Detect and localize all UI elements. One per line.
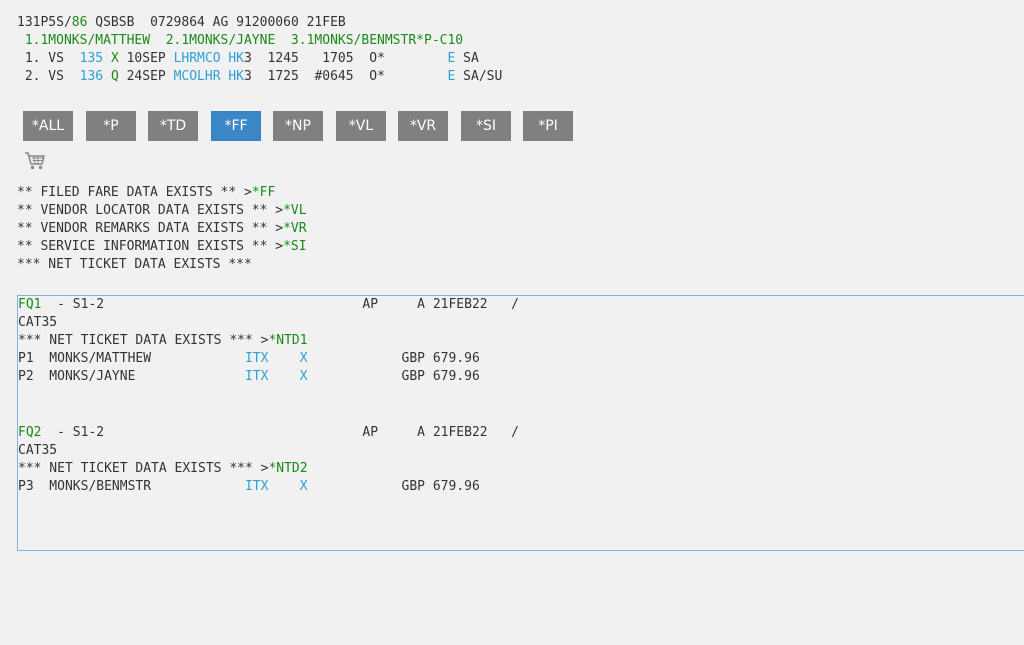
passenger-name: P3 MONKS/BENMSTR (18, 479, 245, 494)
passenger-flag: X (299, 479, 308, 494)
segment-times: 3 1245 1705 O* (244, 51, 448, 66)
fare-header: FQ2 - S1-2 AP A 21FEB22 / (18, 424, 519, 442)
fare-segment-info: - S1-2 AP A 21FEB22 / (41, 425, 519, 440)
segment-days: SA/SU (455, 69, 503, 84)
passenger-names: 1.1MONKS/MATTHEW 2.1MONKS/JAYNE 3.1MONKS… (17, 33, 464, 48)
segment-status: HK (228, 69, 245, 84)
ff-button[interactable]: *FF (211, 111, 261, 141)
net-ticket-link[interactable]: *NTD2 (268, 461, 307, 476)
message-text: ** VENDOR LOCATOR DATA EXISTS ** > (17, 203, 284, 218)
vl-button[interactable]: *VL (336, 111, 386, 141)
fare-passenger-row: P2 MONKS/JAYNE ITX X GBP 679.96 (18, 368, 480, 386)
message-line: ** VENDOR LOCATOR DATA EXISTS ** >*VL (17, 202, 307, 220)
segment-date: 10SEP (118, 51, 174, 66)
fare-amount: GBP 679.96 (307, 351, 480, 366)
message-text: ** FILED FARE DATA EXISTS ** > (17, 185, 252, 200)
passenger-type: ITX (244, 351, 269, 366)
net-ticket-line: *** NET TICKET DATA EXISTS *** >*NTD2 (18, 460, 308, 478)
net-ticket-link[interactable]: *NTD1 (268, 333, 307, 348)
passenger-flag: X (299, 351, 308, 366)
segment-line: 1. VS 135 X 10SEP LHRMCO HK3 1245 1705 O… (17, 50, 479, 68)
vr-button[interactable]: *VR (398, 111, 448, 141)
passenger-flag: X (299, 369, 308, 384)
net-ticket-text: *** NET TICKET DATA EXISTS *** > (18, 461, 269, 476)
booking-class: Q (110, 69, 119, 84)
message-line: *** NET TICKET DATA EXISTS *** (17, 256, 252, 274)
message-command-link[interactable]: *FF (252, 185, 275, 200)
message-command-link[interactable]: *VL (283, 203, 306, 218)
booking-class: X (110, 51, 119, 66)
segment-number: 2. VS (17, 69, 80, 84)
message-text: *** NET TICKET DATA EXISTS *** (17, 257, 252, 272)
passenger-type: ITX (244, 479, 269, 494)
segment-number: 1. VS (17, 51, 80, 66)
fare-quote-link[interactable]: FQ1 (18, 297, 41, 312)
segment-line: 2. VS 136 Q 24SEP MCOLHR HK3 1725 #0645 … (17, 68, 503, 86)
segment-days: SA (455, 51, 479, 66)
segment-date: 24SEP (118, 69, 174, 84)
all-button[interactable]: *ALL (23, 111, 73, 141)
segment-times: 3 1725 #0645 O* (244, 69, 448, 84)
flight-number: 135 (79, 51, 104, 66)
segment-route: LHRMCO (173, 51, 221, 66)
message-command-link[interactable]: *SI (283, 239, 306, 254)
record-number: 86 (71, 15, 88, 30)
fare-category: CAT35 (18, 443, 58, 458)
segment-route: MCOLHR (173, 69, 221, 84)
fare-segment-info: - S1-2 AP A 21FEB22 / (41, 297, 519, 312)
fare-amount: GBP 679.96 (307, 369, 480, 384)
message-text: ** SERVICE INFORMATION EXISTS ** > (17, 239, 284, 254)
passenger-type: ITX (244, 369, 269, 384)
record-header: 131P5S/86 QSBSB 0729864 AG 91200060 21FE… (17, 14, 346, 32)
message-line: ** SERVICE INFORMATION EXISTS ** >*SI (17, 238, 307, 256)
passenger-name: P2 MONKS/JAYNE (18, 369, 245, 384)
fare-header: FQ1 - S1-2 AP A 21FEB22 / (18, 296, 519, 314)
shopping-cart-icon[interactable] (24, 151, 46, 171)
p-button[interactable]: *P (86, 111, 136, 141)
record-details: QSBSB 0729864 AG 91200060 21FEB (87, 15, 346, 30)
flight-number: 136 (79, 69, 104, 84)
message-command-link[interactable]: *VR (283, 221, 306, 236)
si-button[interactable]: *SI (461, 111, 511, 141)
message-line: ** VENDOR REMARKS DATA EXISTS ** >*VR (17, 220, 307, 238)
td-button[interactable]: *TD (148, 111, 198, 141)
fare-quote-link[interactable]: FQ2 (18, 425, 41, 440)
passenger-name: P1 MONKS/MATTHEW (18, 351, 245, 366)
filed-fare-panel: FQ1 - S1-2 AP A 21FEB22 / CAT35 *** NET … (17, 295, 1024, 551)
segment-status: HK (228, 51, 245, 66)
fare-category: CAT35 (18, 315, 58, 330)
record-prefix: 131P5S/ (17, 15, 72, 30)
fare-passenger-row: P3 MONKS/BENMSTR ITX X GBP 679.96 (18, 478, 480, 496)
net-ticket-text: *** NET TICKET DATA EXISTS *** > (18, 333, 269, 348)
fare-amount: GBP 679.96 (307, 479, 480, 494)
pi-button[interactable]: *PI (523, 111, 573, 141)
np-button[interactable]: *NP (273, 111, 323, 141)
message-line: ** FILED FARE DATA EXISTS ** >*FF (17, 184, 275, 202)
message-text: ** VENDOR REMARKS DATA EXISTS ** > (17, 221, 284, 236)
fare-passenger-row: P1 MONKS/MATTHEW ITX X GBP 679.96 (18, 350, 480, 368)
net-ticket-line: *** NET TICKET DATA EXISTS *** >*NTD1 (18, 332, 308, 350)
